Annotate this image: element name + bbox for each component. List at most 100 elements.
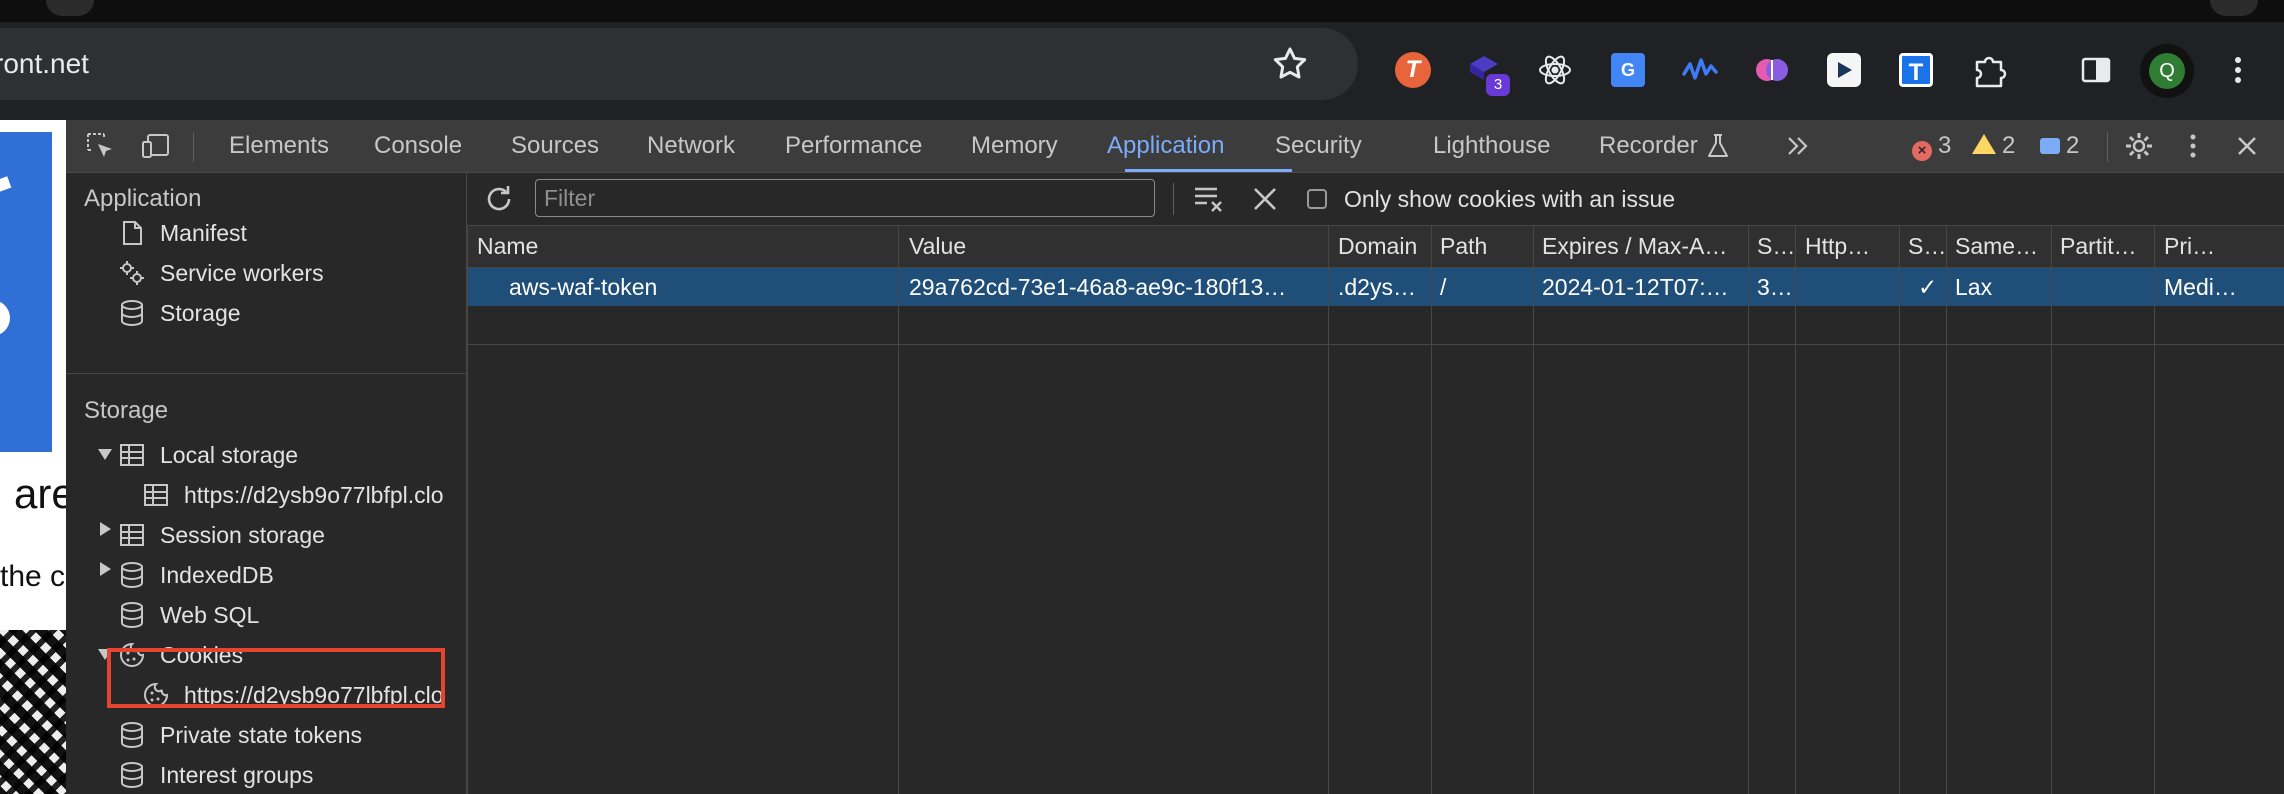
- cookies-table: Name Value Domain Path Expires / Max-A… …: [467, 226, 2284, 794]
- column-header-size[interactable]: S…: [1757, 226, 1793, 267]
- customize-menu-icon[interactable]: [2177, 130, 2209, 162]
- gears-icon: [120, 261, 144, 285]
- browser-tab-control[interactable]: [2210, 0, 2258, 16]
- column-header-name[interactable]: Name: [477, 226, 907, 267]
- table-row-empty[interactable]: [467, 306, 2284, 345]
- column-header-secure[interactable]: S…: [1908, 226, 1948, 267]
- column-header-path[interactable]: Path: [1440, 226, 1532, 267]
- database-icon: [121, 602, 143, 629]
- url-text[interactable]: lfront.net: [0, 28, 89, 100]
- column-divider[interactable]: [1795, 226, 1796, 794]
- play-extension-icon[interactable]: [1824, 50, 1864, 90]
- column-divider[interactable]: [2051, 226, 2052, 794]
- browser-tab[interactable]: [46, 0, 94, 16]
- settings-gear-icon[interactable]: [2123, 130, 2155, 162]
- extension-t-icon[interactable]: T: [1393, 50, 1433, 90]
- active-tab-indicator: [1125, 169, 1292, 172]
- sidebar-header-application: Application: [84, 185, 202, 212]
- web-page-content: are the c: [0, 120, 66, 794]
- error-count[interactable]: × 3: [1912, 120, 1951, 172]
- address-bar[interactable]: lfront.net: [0, 28, 1358, 100]
- error-icon: ×: [1912, 141, 1932, 161]
- database-icon: [121, 762, 143, 789]
- table-row[interactable]: aws-waf-token 29a762cd-73e1-46a8-ae9c-18…: [467, 268, 2284, 306]
- cell-secure: ✓: [1918, 274, 1938, 300]
- column-divider[interactable]: [1431, 226, 1432, 794]
- cookies-toolbar: Only show cookies with an issue: [467, 173, 2284, 226]
- cell-size: 3…: [1757, 274, 1793, 300]
- expand-session-storage-icon[interactable]: [100, 522, 111, 536]
- devtools-panel: Elements Console Sources Network Perform…: [66, 120, 2284, 794]
- inspect-element-icon[interactable]: [84, 130, 116, 162]
- clear-all-filter-icon[interactable]: [1193, 183, 1227, 215]
- column-divider[interactable]: [1328, 226, 1329, 794]
- react-devtools-icon[interactable]: [1535, 50, 1575, 90]
- cell-domain: .d2ys…: [1338, 274, 1416, 300]
- tab-elements[interactable]: Elements: [229, 120, 329, 172]
- puzzle-extensions-icon[interactable]: [1969, 50, 2009, 90]
- message-count[interactable]: 2: [2040, 120, 2079, 172]
- device-toolbar-icon[interactable]: [140, 130, 172, 162]
- side-panel-icon[interactable]: [2076, 50, 2116, 90]
- message-icon: [2040, 138, 2060, 154]
- wave-extension-icon[interactable]: [1680, 50, 1720, 90]
- column-divider[interactable]: [1946, 226, 1947, 794]
- table-grid-icon: [144, 484, 168, 506]
- column-divider[interactable]: [1533, 226, 1534, 794]
- cell-samesite: Lax: [1955, 274, 1993, 300]
- more-tabs-chevron-icon[interactable]: [1782, 130, 1814, 162]
- tab-recorder[interactable]: Recorder: [1599, 120, 1698, 172]
- column-divider[interactable]: [1899, 226, 1900, 794]
- column-header-priority[interactable]: Pri…: [2164, 226, 2274, 267]
- only-issue-checkbox[interactable]: [1307, 189, 1327, 209]
- database-icon: [121, 562, 143, 589]
- extension-cube-icon[interactable]: 3: [1464, 50, 1510, 96]
- column-header-samesite[interactable]: Same…: [1955, 226, 2047, 267]
- delete-selected-icon[interactable]: [1251, 185, 1279, 213]
- cell-expires: 2024-01-12T07:…: [1542, 274, 1729, 300]
- cell-priority: Medi…: [2164, 274, 2237, 300]
- table-header: Name Value Domain Path Expires / Max-A… …: [467, 226, 2284, 268]
- page-text-fragment: the c: [0, 560, 66, 593]
- tab-console[interactable]: Console: [374, 120, 462, 172]
- filter-input[interactable]: [535, 179, 1155, 217]
- column-divider[interactable]: [2154, 226, 2155, 794]
- column-divider[interactable]: [898, 226, 899, 794]
- translate-icon[interactable]: G: [1608, 50, 1648, 90]
- database-icon: [121, 300, 143, 327]
- brain-extension-icon[interactable]: [1752, 50, 1792, 90]
- refresh-icon[interactable]: [481, 181, 517, 217]
- tab-memory[interactable]: Memory: [971, 120, 1058, 172]
- expand-indexeddb-icon[interactable]: [100, 562, 111, 576]
- close-devtools-icon[interactable]: [2231, 130, 2263, 162]
- tab-network[interactable]: Network: [647, 120, 735, 172]
- chrome-menu-icon[interactable]: [2218, 50, 2258, 90]
- cell-partition-key: [2060, 268, 2156, 306]
- column-header-expires[interactable]: Expires / Max-A…: [1542, 226, 1747, 267]
- table-grid-icon: [120, 444, 144, 466]
- column-divider[interactable]: [1748, 226, 1749, 794]
- warning-count[interactable]: 2: [1972, 120, 2015, 172]
- expand-local-storage-icon[interactable]: [98, 449, 112, 460]
- t-box-extension-icon[interactable]: T: [1896, 50, 1936, 90]
- cell-path: /: [1440, 274, 1447, 300]
- sidebar-header-storage: Storage: [84, 397, 169, 424]
- profile-avatar[interactable]: Q: [2140, 44, 2194, 98]
- page-heading-fragment: are: [14, 470, 66, 517]
- column-header-value[interactable]: Value: [909, 226, 1333, 267]
- tab-performance[interactable]: Performance: [785, 120, 922, 172]
- browser-toolbar: lfront.net T 3 G T Q: [0, 22, 2284, 120]
- tab-sources[interactable]: Sources: [511, 120, 599, 172]
- only-issue-label[interactable]: Only show cookies with an issue: [1344, 173, 1675, 225]
- tab-lighthouse[interactable]: Lighthouse: [1433, 120, 1550, 172]
- tab-application[interactable]: Application: [1107, 120, 1224, 172]
- document-icon: [123, 221, 142, 245]
- column-header-partition-key[interactable]: Partit…: [2060, 226, 2156, 267]
- tab-security[interactable]: Security: [1275, 120, 1362, 172]
- database-icon: [121, 722, 143, 749]
- bookmark-star-icon[interactable]: [1270, 44, 1310, 84]
- column-header-httponly[interactable]: Http…: [1805, 226, 1901, 267]
- column-header-domain[interactable]: Domain: [1338, 226, 1434, 267]
- cookies-panel: Only show cookies with an issue Name Val…: [467, 173, 2284, 794]
- page-image: [0, 630, 66, 794]
